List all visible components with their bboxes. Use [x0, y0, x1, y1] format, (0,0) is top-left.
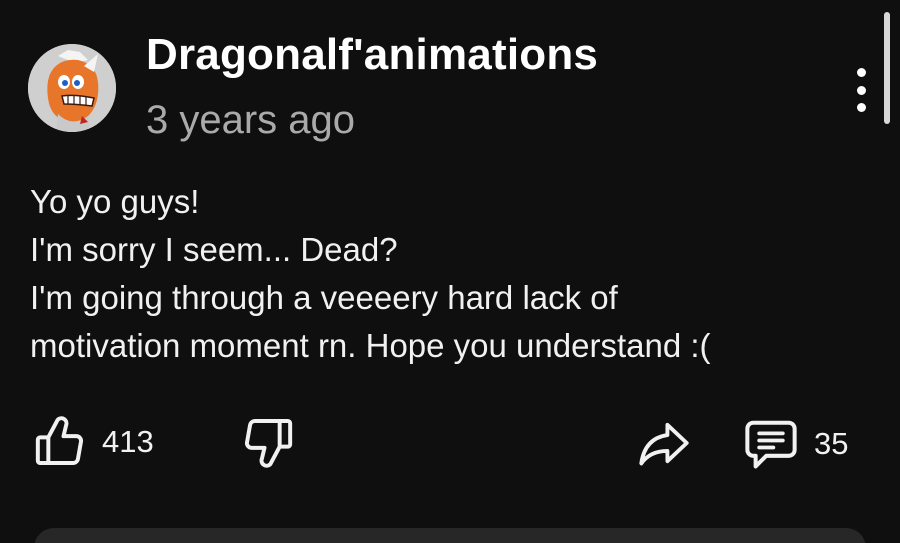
thumbs-down-icon — [245, 419, 293, 468]
scrollbar[interactable] — [884, 12, 890, 124]
more-options-icon[interactable] — [848, 68, 874, 112]
post-timestamp: 3 years ago — [146, 98, 356, 142]
like-button[interactable]: 413 — [32, 414, 154, 470]
share-button[interactable] — [636, 418, 692, 468]
comment-icon — [745, 420, 797, 469]
kebab-dot — [856, 68, 866, 77]
post-body-line: I'm sorry I seem... Dead? — [30, 231, 398, 268]
kebab-dot — [856, 85, 866, 95]
community-post: Dragonalf'animations 3 years ago Yo yo g… — [0, 0, 900, 543]
avatar[interactable] — [28, 44, 116, 132]
comment-input[interactable] — [34, 528, 866, 543]
thumbs-up-icon — [35, 416, 83, 465]
like-count: 413 — [102, 424, 154, 459]
dislike-button[interactable] — [240, 414, 296, 470]
comments-button[interactable]: 35 — [742, 418, 848, 470]
post-body-line: motivation moment rn. Hope you understan… — [30, 327, 711, 364]
author-name[interactable]: Dragonalf'animations — [146, 30, 598, 80]
post-body: Yo yo guys! I'm sorry I seem... Dead? I'… — [30, 178, 870, 370]
kebab-dot — [856, 103, 866, 112]
post-body-line: I'm going through a veeeery hard lack of — [30, 279, 618, 316]
post-body-line: Yo yo guys! — [30, 183, 200, 220]
character-avatar-image — [28, 44, 116, 132]
share-icon — [639, 422, 689, 466]
comment-count: 35 — [814, 426, 849, 461]
